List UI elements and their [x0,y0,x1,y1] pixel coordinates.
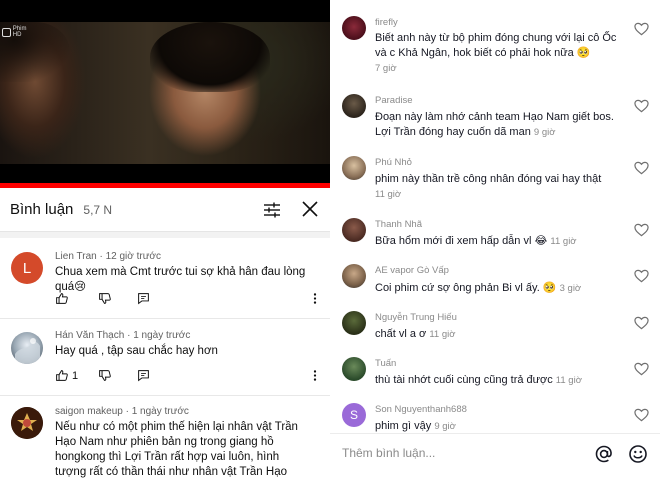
comment-author[interactable]: Thanh Nhã [375,219,422,230]
comment-author[interactable]: Tuấn [375,358,396,369]
emoji-icon[interactable] [628,444,648,464]
heart-icon[interactable] [634,316,649,330]
comment-author[interactable]: Son Nguyenthanh688 [375,404,467,415]
comment-author[interactable]: Lien Tran [55,251,97,262]
comment-author[interactable]: Nguyễn Trung Hiếu [375,312,457,323]
comments-header: Bình luận 5,7 N [0,188,330,232]
avatar[interactable] [342,218,366,242]
comment-text: Hay quá , tập sau chắc hay hơn [55,345,218,357]
heart-icon[interactable] [634,408,649,422]
comment-time: 9 giờ [434,421,456,432]
at-icon[interactable] [594,444,614,464]
like-icon[interactable] [55,369,68,382]
avatar[interactable] [11,332,43,364]
comment-text: Bữa hổm mới đi xem hấp dẫn vl 😂 11 giờ [375,235,577,247]
reply-icon[interactable] [137,369,150,382]
reply-icon[interactable] [137,292,150,305]
dislike-icon[interactable] [98,292,111,305]
more-icon[interactable] [313,292,317,305]
comment-text: Nếu như có một phim thế hiện lại nhân vậ… [55,421,298,478]
comment-author[interactable]: firefly [375,17,398,28]
comment-text: Coi phim cứ sợ ông phản Bi vl ấy. 🥺 3 gi… [375,282,582,294]
comment-input-bar: Thêm bình luận... [330,433,660,480]
video-player[interactable]: Phim HD [0,0,330,188]
comment-author[interactable]: Phú Nhỏ [375,157,412,168]
comment-text: Đoạn này làm nhớ cảnh team Hạo Nam giết … [375,111,614,138]
heart-icon[interactable] [634,99,649,113]
comment-actions: 1 [55,369,325,385]
comment-time: 11 giờ [555,375,582,386]
comment-text: thù tài nhớt cuối cùng cũng trả được 11 … [375,374,582,386]
comment-text: Chua xem mà Cmt trước tui sợ khả hân đau… [55,266,306,293]
comment-time: 3 giờ [559,283,582,294]
heart-icon[interactable] [634,362,649,376]
more-icon[interactable] [313,369,317,382]
dislike-icon[interactable] [98,369,111,382]
tiktok-panel: firefly Biết anh này từ bộ phim đóng chu… [330,0,660,480]
comment-time: 9 giờ [533,127,556,138]
comment-time: 1 ngày trước [131,406,189,417]
avatar[interactable] [11,407,43,439]
avatar[interactable]: L [11,252,43,284]
comment-author[interactable]: Hán Văn Thạch [55,330,124,341]
comment-time: 11 giờ [550,236,577,247]
yt-comment: L Lien Tran · 12 giờ trước Chua xem mà C… [0,238,330,318]
comment-time: 12 giờ trước [105,251,161,262]
comment-text: phim này thần trề công nhân đóng vai hay… [375,173,602,200]
close-icon[interactable] [300,199,320,219]
avatar[interactable] [342,264,366,288]
comment-time: 1 ngày trước [133,330,191,341]
comment-author[interactable]: saigon makeup [55,406,123,417]
comment-author[interactable]: AE vapor Gò Vấp [375,265,449,276]
comment-text: phim gì vậy 9 giờ [375,420,456,432]
avatar[interactable] [342,16,366,40]
comment-time: 7 giờ [375,63,397,74]
like-icon[interactable] [55,292,68,305]
comments-count: 5,7 N [83,202,113,217]
comment-author[interactable]: Paradise [375,95,413,106]
comment-meta: Lien Tran · 12 giờ trước [55,251,161,262]
avatar[interactable] [342,94,366,118]
heart-icon[interactable] [634,22,649,36]
comment-time: 11 giờ [429,329,456,340]
filter-icon[interactable] [262,200,282,220]
avatar[interactable] [342,311,366,335]
yt-comment: saigon makeup · 1 ngày trước Nếu như có … [0,396,330,480]
video-figure-right [150,22,270,92]
youtube-panel: Phim HD Bình luận 5,7 N L Lien Tran · 12… [0,0,330,480]
comment-meta: saigon makeup · 1 ngày trước [55,406,189,417]
comment-text: chất vl a ơ 11 giờ [375,328,456,340]
like-count: 1 [72,370,79,382]
heart-icon[interactable] [634,223,649,237]
avatar[interactable] [342,357,366,381]
avatar[interactable] [342,156,366,180]
comments-title: Bình luận [10,201,74,218]
heart-icon[interactable] [634,269,649,283]
channel-logo: Phim HD [2,26,36,38]
comment-actions [55,292,325,308]
comment-time: 11 giờ [375,189,402,200]
comment-text: Biết anh này từ bộ phim đóng chung với l… [375,32,617,74]
heart-icon[interactable] [634,161,649,175]
avatar[interactable]: S [342,403,366,427]
yt-comment: Hán Văn Thạch · 1 ngày trước Hay quá , t… [0,319,330,395]
comment-meta: Hán Văn Thạch · 1 ngày trước [55,330,191,341]
comment-input[interactable]: Thêm bình luận... [342,446,435,460]
